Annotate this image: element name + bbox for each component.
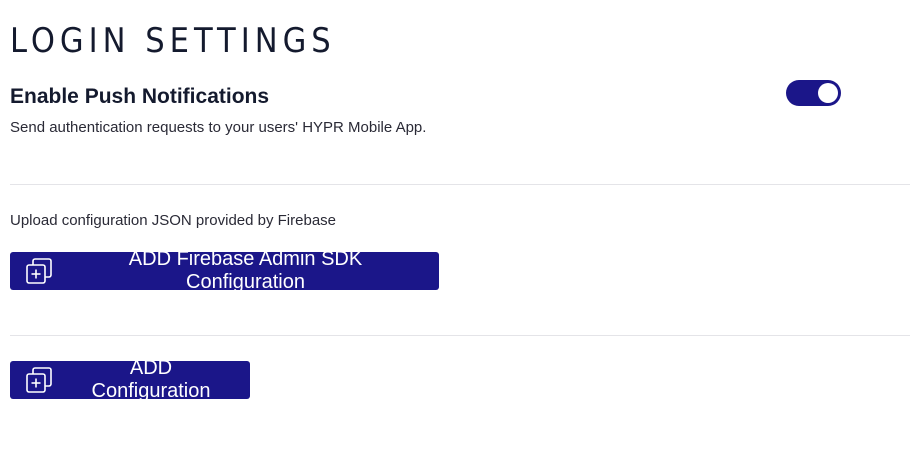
section-divider [10,184,910,185]
login-settings-page: LOGIN SETTINGS Enable Push Notifications… [0,0,920,468]
push-notifications-description: Send authentication requests to your use… [10,119,427,136]
add-copy-icon [24,366,56,394]
add-configuration-label: ADD Configuration [91,357,211,402]
add-configuration-button[interactable]: ADD Configuration [10,357,250,402]
page-title: LOGIN SETTINGS [10,21,336,61]
firebase-upload-label: Upload configuration JSON provided by Fi… [10,212,337,229]
add-firebase-config-button[interactable]: ADD Firebase Admin SDK Configuration [10,248,439,293]
add-copy-icon [24,257,56,285]
add-firebase-config-label: ADD Firebase Admin SDK Configuration [128,248,363,293]
section-divider [10,335,910,336]
push-notifications-toggle[interactable] [786,80,841,106]
push-notifications-heading: Enable Push Notifications [10,85,270,108]
toggle-knob [818,83,838,103]
